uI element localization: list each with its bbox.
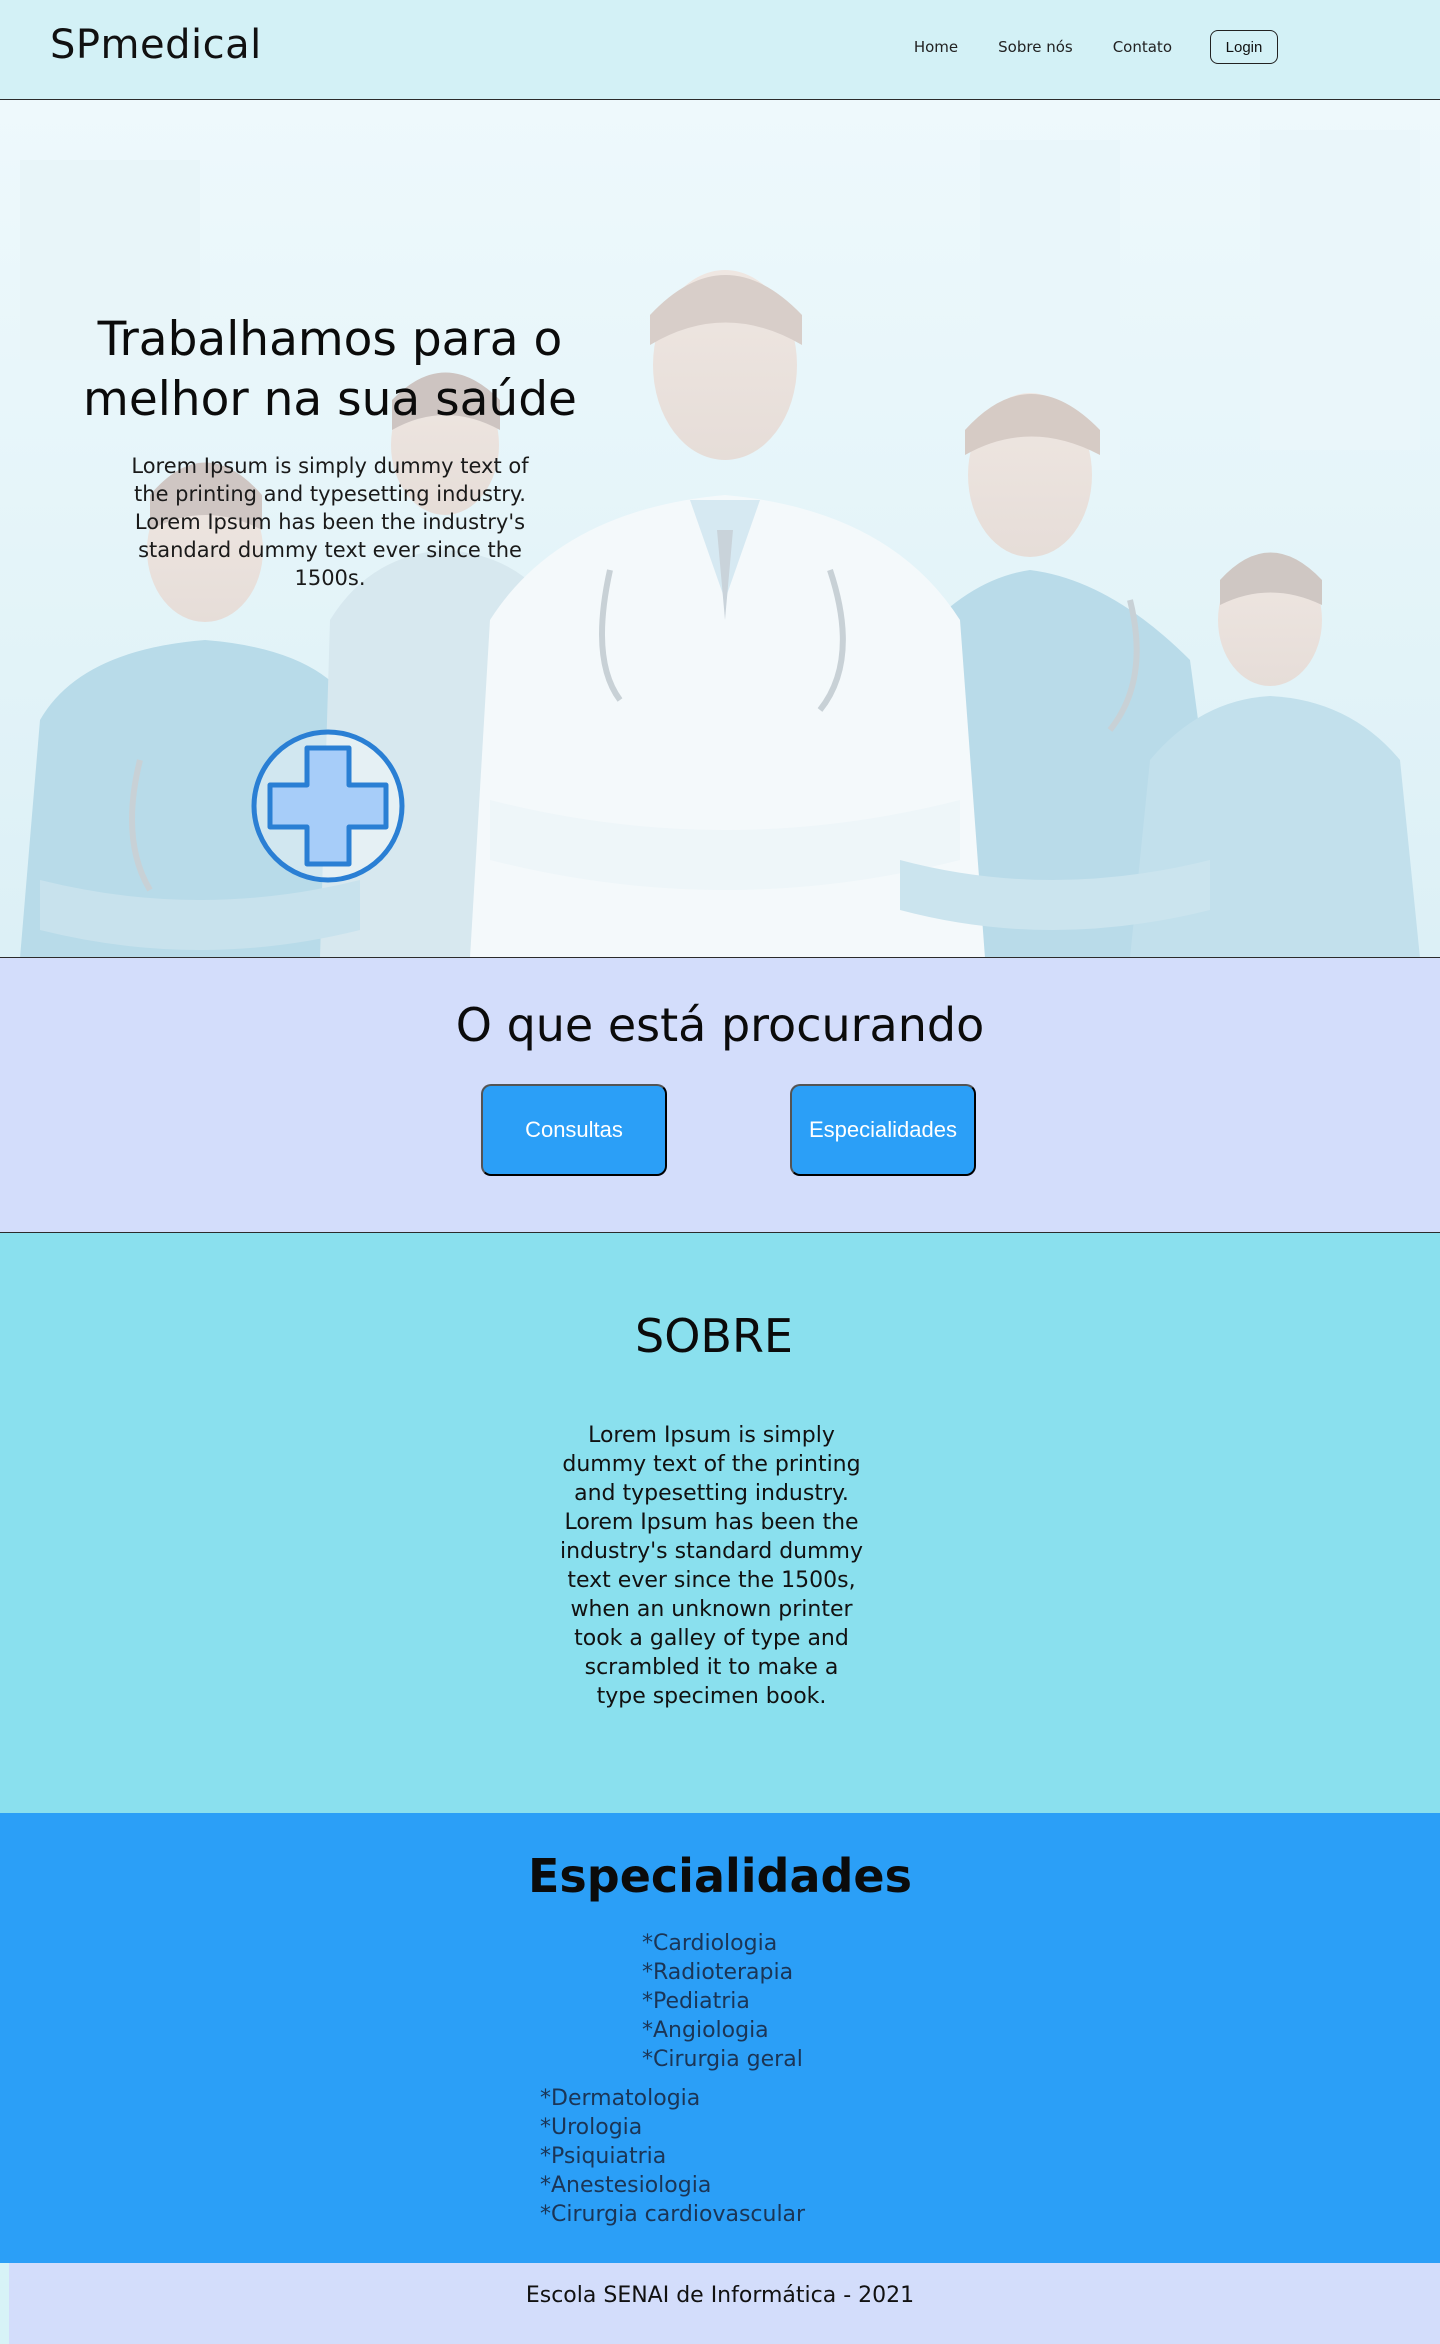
especialidades-button[interactable]: Especialidades xyxy=(790,1084,976,1176)
hero-title: Trabalhamos para o melhor na sua saúde xyxy=(83,312,577,427)
list-item: *Cirurgia geral xyxy=(642,2047,803,2072)
list-item: *Radioterapia xyxy=(642,1960,794,1985)
specialties-list-b: *Dermatologia *Urologia *Psiquiatria *An… xyxy=(540,2084,805,2229)
medical-cross-icon xyxy=(250,728,406,884)
login-button[interactable]: Login xyxy=(1210,30,1278,64)
list-item: *Cardiologia xyxy=(642,1931,778,1956)
list-item: *Urologia xyxy=(540,2115,643,2140)
list-item: *Anestesiologia xyxy=(540,2173,712,2198)
hero-description: Lorem Ipsum is simply dummy text of the … xyxy=(131,454,529,590)
nav-about-link[interactable]: Sobre nós xyxy=(998,38,1073,56)
specialties-title: Especialidades xyxy=(527,1849,912,1903)
specialties-list-a: *Cardiologia *Radioterapia *Pediatria *A… xyxy=(642,1929,803,2074)
list-item: *Cirurgia cardiovascular xyxy=(540,2202,806,2227)
site-header: SPmedical Home Sobre nós Contato Login xyxy=(0,0,1440,100)
main-nav: Home Sobre nós Contato Login xyxy=(914,30,1278,64)
list-item: *Dermatologia xyxy=(540,2086,701,2111)
site-footer: Escola SENAI de Informática - 2021 xyxy=(0,2263,1440,2344)
list-item: *Angiologia xyxy=(642,2018,769,2043)
footer-text: Escola SENAI de Informática - 2021 xyxy=(525,2283,915,2308)
specialties-section: Especialidades *Cardiologia *Radioterapi… xyxy=(0,1813,1440,2263)
search-section: O que está procurando Consultas Especial… xyxy=(0,958,1440,1233)
consultas-button[interactable]: Consultas xyxy=(481,1084,667,1176)
nav-contact-link[interactable]: Contato xyxy=(1113,38,1172,56)
about-text: Lorem Ipsum is simply dummy text of the … xyxy=(560,1423,863,1709)
about-title: SOBRE xyxy=(635,1309,793,1363)
brand-logo[interactable]: SPmedical xyxy=(50,22,262,68)
nav-home-link[interactable]: Home xyxy=(914,38,958,56)
hero-section: Trabalhamos para o melhor na sua saúde L… xyxy=(0,100,1440,958)
list-item: *Psiquiatria xyxy=(540,2144,667,2169)
list-item: *Pediatria xyxy=(642,1989,750,2014)
about-section: SOBRE Lorem Ipsum is simply dummy text o… xyxy=(0,1233,1440,1813)
search-title: O que está procurando xyxy=(455,998,985,1052)
